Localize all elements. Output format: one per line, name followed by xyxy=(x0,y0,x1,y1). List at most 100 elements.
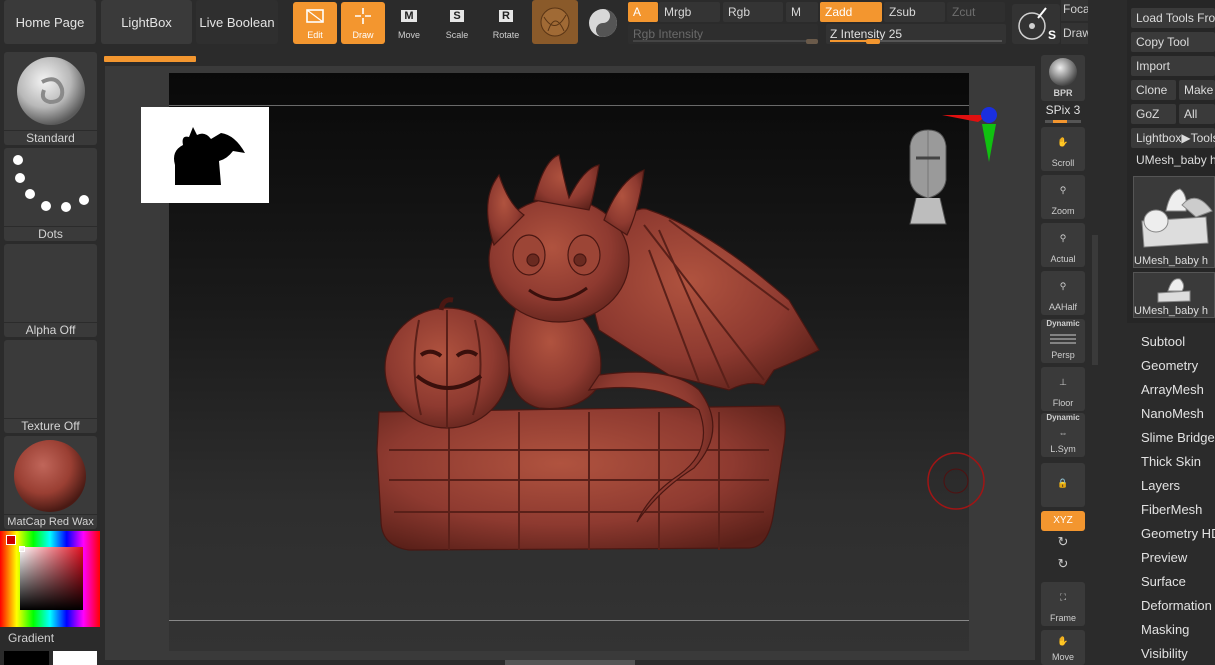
lightbox-tools-button[interactable]: Lightbox▶Tools xyxy=(1131,128,1215,148)
menu-deformation[interactable]: Deformation xyxy=(1141,596,1212,616)
make-button[interactable]: Make xyxy=(1179,80,1215,100)
z-intensity-slider[interactable]: Z Intensity 25 xyxy=(826,24,1006,44)
menu-subtool[interactable]: Subtool xyxy=(1141,332,1185,352)
color-picker[interactable] xyxy=(0,531,100,627)
live-boolean-button[interactable]: Live Boolean xyxy=(196,0,278,44)
floor-icon: ⊥ xyxy=(1059,377,1067,387)
menu-visibility[interactable]: Visibility xyxy=(1141,644,1188,664)
rotate-button[interactable]: R Rotate xyxy=(484,2,528,44)
lsym-label: L.Sym xyxy=(1050,444,1076,454)
zsub-toggle[interactable]: Zsub xyxy=(884,2,945,22)
menu-nanomesh[interactable]: NanoMesh xyxy=(1141,404,1204,424)
primary-color-swatch[interactable] xyxy=(4,651,49,665)
persp-button[interactable]: Dynamic Persp xyxy=(1041,319,1085,363)
spix-slider[interactable]: SPix 3 xyxy=(1041,103,1085,123)
menu-preview[interactable]: Preview xyxy=(1141,548,1187,568)
draw-size-label: Draw xyxy=(1063,26,1088,40)
menu-arraymesh[interactable]: ArrayMesh xyxy=(1141,380,1204,400)
red-wax-sphere-icon xyxy=(14,440,86,512)
lightbox-tab[interactable]: LightBox xyxy=(101,0,192,44)
menu-geometry-hd[interactable]: Geometry HD xyxy=(1141,524,1215,544)
rgb-toggle[interactable]: Rgb xyxy=(723,2,783,22)
zoom-button[interactable]: ⚲ Zoom xyxy=(1041,175,1085,219)
axis-gizmo-icon[interactable] xyxy=(938,104,1000,166)
viewport-top-line xyxy=(169,105,969,106)
color-swatch-marker xyxy=(6,535,16,545)
lightbox-s-button[interactable]: S xyxy=(1012,4,1060,44)
goz-all-button[interactable]: All xyxy=(1179,104,1215,124)
scale-button[interactable]: S Scale xyxy=(435,2,479,44)
copy-tool-button[interactable]: Copy Tool xyxy=(1131,32,1215,52)
rgb-intensity-handle[interactable] xyxy=(806,39,818,44)
rotate-y-icon[interactable]: ↻ xyxy=(1041,534,1085,554)
goz-button[interactable]: GoZ xyxy=(1131,104,1176,124)
mrgb-toggle[interactable]: Mrgb xyxy=(659,2,720,22)
dragon-sculpt[interactable] xyxy=(369,150,829,555)
xyz-button[interactable]: XYZ xyxy=(1041,511,1085,531)
actual-button[interactable]: ⚲ Actual xyxy=(1041,223,1085,267)
a-toggle[interactable]: A xyxy=(628,2,658,22)
clone-button[interactable]: Clone xyxy=(1131,80,1176,100)
sphere-wire-icon xyxy=(540,7,570,37)
dragon-silhouette-icon xyxy=(174,127,245,185)
menu-slime-bridge[interactable]: Slime Bridge xyxy=(1141,428,1215,448)
zoom-icon: ⚲ xyxy=(1059,185,1067,195)
rgb-intensity-slider[interactable]: Rgb Intensity xyxy=(628,24,818,44)
m-toggle[interactable]: M xyxy=(786,2,818,22)
scroll-button[interactable]: ✋ Scroll xyxy=(1041,127,1085,171)
bottom-tray-handle[interactable] xyxy=(505,660,635,665)
move-button[interactable]: M Move xyxy=(387,2,431,44)
menu-masking[interactable]: Masking xyxy=(1141,620,1189,640)
home-page-tab[interactable]: Home Page xyxy=(4,0,96,44)
menu-layers[interactable]: Layers xyxy=(1141,476,1180,496)
color-cursor[interactable] xyxy=(19,546,25,552)
menu-fibermesh[interactable]: FiberMesh xyxy=(1141,500,1202,520)
draw-button[interactable]: Draw xyxy=(341,2,385,44)
edit-button[interactable]: Edit xyxy=(293,2,337,44)
alpha-label: Alpha Off xyxy=(4,322,97,337)
load-tool-button[interactable]: Load Tools From xyxy=(1131,8,1215,28)
current-tool-label: UMesh_baby h xyxy=(1131,150,1215,170)
stroke-label: Dots xyxy=(4,226,97,241)
shelf-scrollbar[interactable] xyxy=(1092,235,1098,365)
focal-label: Foca xyxy=(1063,2,1088,16)
color-saturation-square[interactable] xyxy=(20,547,83,610)
secondary-color-swatch[interactable] xyxy=(53,651,97,665)
draw-size-slider[interactable]: Draw xyxy=(1061,23,1088,44)
frame-button[interactable]: ⛶ Frame xyxy=(1041,582,1085,626)
tool-thumbnail-1[interactable]: UMesh_baby h xyxy=(1133,176,1215,268)
material-button[interactable]: MatCap Red Wax xyxy=(4,436,97,529)
menu-geometry[interactable]: Geometry xyxy=(1141,356,1198,376)
standard-brush-icon xyxy=(17,57,85,125)
material-label: MatCap Red Wax xyxy=(4,514,97,529)
thumb2-label: UMesh_baby h xyxy=(1134,305,1208,317)
reference-thumbnail[interactable] xyxy=(141,107,269,203)
floor-button[interactable]: ⊥ Floor xyxy=(1041,367,1085,411)
texture-button[interactable]: Texture Off xyxy=(4,340,97,433)
live-boolean-label: Live Boolean xyxy=(199,14,275,30)
rotate-z-icon[interactable]: ↻ xyxy=(1041,556,1085,576)
focal-shift-slider[interactable]: Foca xyxy=(1061,0,1088,21)
polyframe-button[interactable] xyxy=(532,0,578,44)
home-page-label: Home Page xyxy=(15,14,85,30)
material-sphere-button[interactable] xyxy=(584,4,622,42)
tool-thumbnail-2[interactable]: UMesh_baby h xyxy=(1133,272,1215,318)
z-intensity-value: 25 xyxy=(888,27,903,41)
lsym-button[interactable]: Dynamic ⇔ L.Sym xyxy=(1041,413,1085,457)
aahalf-button[interactable]: ⚲ AAHalf xyxy=(1041,271,1085,315)
stroke-button[interactable]: Dots xyxy=(4,148,97,241)
zcut-toggle[interactable]: Zcut xyxy=(947,2,1005,22)
dragon-small-icon xyxy=(1157,278,1191,303)
transp-button[interactable]: 🔒 xyxy=(1041,463,1085,507)
bpr-button[interactable]: BPR xyxy=(1041,55,1085,101)
brush-button[interactable]: Standard xyxy=(4,52,97,145)
menu-thick-skin[interactable]: Thick Skin xyxy=(1141,452,1201,472)
import-button[interactable]: Import xyxy=(1131,56,1215,76)
move-view-button[interactable]: ✋ Move xyxy=(1041,630,1085,665)
z-intensity-handle[interactable] xyxy=(866,39,880,44)
alpha-button[interactable]: Alpha Off xyxy=(4,244,97,337)
frame-icon: ⛶ xyxy=(1059,592,1067,602)
zadd-toggle[interactable]: Zadd xyxy=(820,2,882,22)
yin-sphere-icon xyxy=(589,9,617,37)
menu-surface[interactable]: Surface xyxy=(1141,572,1186,592)
